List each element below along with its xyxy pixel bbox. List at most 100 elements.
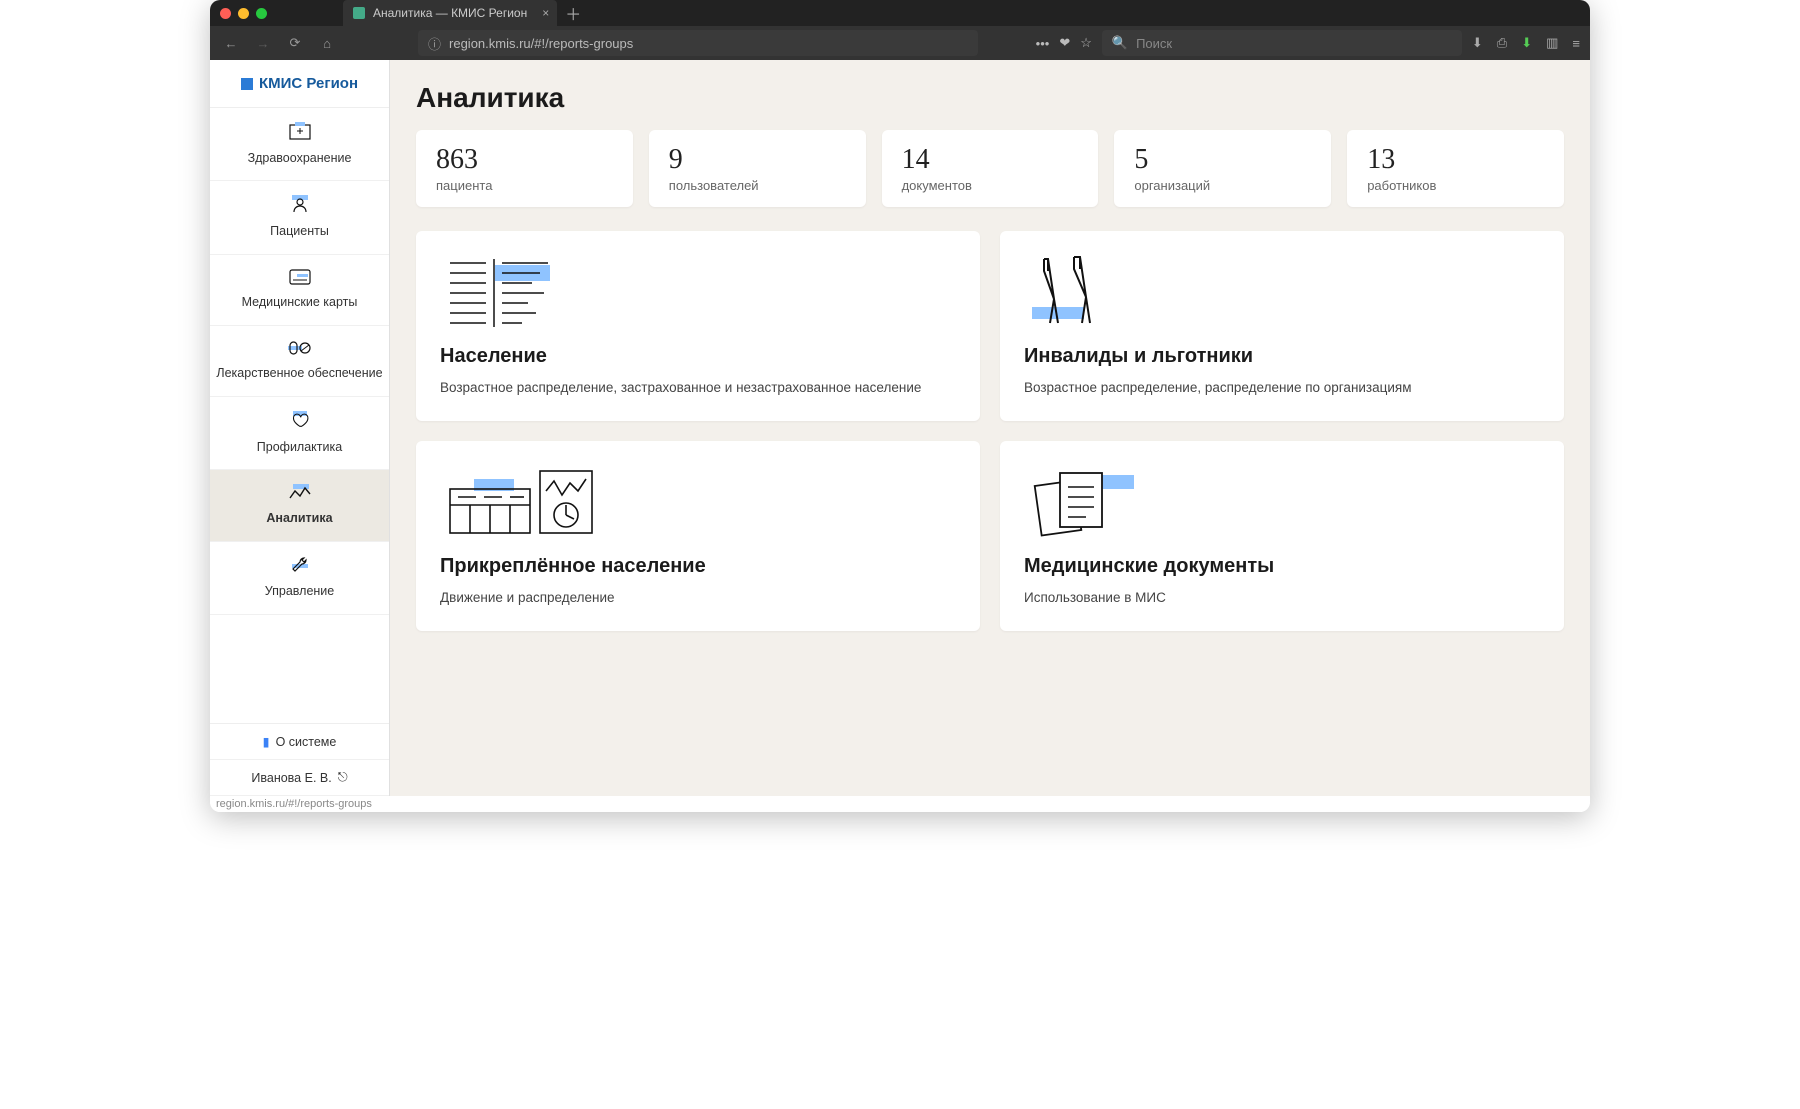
status-text: region.kmis.ru/#!/reports-groups — [216, 798, 372, 810]
sidebar-item-medcards[interactable]: Медицинские карты — [210, 255, 389, 326]
nav-forward-icon[interactable]: → — [252, 36, 274, 51]
stat-label: пользователей — [669, 178, 846, 193]
pocket-icon[interactable]: ❤ — [1059, 35, 1070, 51]
heart-clock-icon — [289, 411, 311, 434]
card-title: Прикреплённое население — [440, 555, 956, 578]
sidebar-item-label: Пациенты — [270, 224, 329, 240]
about-link[interactable]: ▮ О системе — [210, 724, 389, 760]
stat-patients[interactable]: 863 пациента — [416, 130, 633, 207]
page-title: Аналитика — [416, 82, 1564, 114]
card-subtitle: Возрастное распределение, распределение … — [1024, 380, 1540, 395]
window-maximize[interactable] — [256, 8, 267, 19]
brand[interactable]: КМИС Регион — [210, 60, 389, 108]
tab-favicon — [353, 7, 365, 19]
search-icon: 🔍 — [1112, 35, 1128, 51]
window-minimize[interactable] — [238, 8, 249, 19]
more-icon[interactable]: ••• — [1036, 36, 1050, 51]
browser-search-field[interactable]: 🔍 Поиск — [1102, 30, 1462, 56]
report-cards: Население Возрастное распределение, заст… — [416, 231, 1564, 631]
sidebar-item-label: Профилактика — [257, 440, 342, 456]
card-med-documents[interactable]: Медицинские документы Использование в МИ… — [1000, 441, 1564, 631]
stat-value: 5 — [1134, 144, 1311, 176]
population-illustration-icon — [440, 251, 956, 331]
stat-label: пациента — [436, 178, 613, 193]
stat-label: работников — [1367, 178, 1544, 193]
nav-back-icon[interactable]: ← — [220, 36, 242, 51]
site-info-icon[interactable]: ⓘ — [428, 34, 441, 53]
sidebar-item-management[interactable]: Управление — [210, 542, 389, 615]
sidebar-item-label: Аналитика — [266, 511, 332, 527]
nav-home-icon[interactable]: ⌂ — [316, 36, 338, 51]
stat-label: документов — [902, 178, 1079, 193]
downloads-icon[interactable]: ⬇ — [1472, 35, 1483, 51]
hospital-icon — [289, 122, 311, 145]
logout-icon: ⎋ — [338, 770, 348, 785]
browser-status-bar: region.kmis.ru/#!/reports-groups — [210, 796, 1590, 812]
stat-value: 9 — [669, 144, 846, 176]
title-bar: Аналитика — КМИС Регион × ＋ — [210, 0, 1590, 26]
search-placeholder: Поиск — [1136, 36, 1172, 51]
sidebar-item-label: Лекарственное обеспечение — [216, 366, 382, 382]
extensions-icon[interactable]: ⬇ — [1521, 35, 1532, 51]
card-disabled[interactable]: Инвалиды и льготники Возрастное распреде… — [1000, 231, 1564, 421]
user-name: Иванова Е. В. — [251, 771, 331, 785]
tab-title: Аналитика — КМИС Регион — [373, 6, 527, 20]
url-text: region.kmis.ru/#!/reports-groups — [449, 36, 633, 51]
stat-orgs[interactable]: 5 организаций — [1114, 130, 1331, 207]
brand-logo-icon — [241, 78, 253, 90]
brand-name: КМИС Регион — [259, 75, 358, 92]
browser-toolbar-icons: ⬇ ⎙ ⬇ ▥ ≡ — [1472, 35, 1580, 51]
app-root: КМИС Регион Здравоохранение Пациенты — [210, 60, 1590, 796]
sidebar-item-analytics[interactable]: Аналитика — [210, 470, 389, 541]
sidebar-footer: ▮ О системе Иванова Е. В. ⎋ — [210, 723, 389, 796]
stat-workers[interactable]: 13 работников — [1347, 130, 1564, 207]
nav-reload-icon[interactable]: ⟳ — [284, 35, 306, 51]
crutches-illustration-icon — [1024, 251, 1540, 331]
sidebar-item-prevention[interactable]: Профилактика — [210, 397, 389, 470]
sidebar-icon[interactable]: ▥ — [1546, 35, 1558, 51]
card-title: Медицинские документы — [1024, 555, 1540, 578]
sidebar-item-label: Управление — [265, 584, 335, 600]
sidebar: КМИС Регион Здравоохранение Пациенты — [210, 60, 390, 796]
window-controls — [220, 8, 267, 19]
browser-window: Аналитика — КМИС Регион × ＋ ← → ⟳ ⌂ ⓘ re… — [210, 0, 1590, 812]
stat-users[interactable]: 9 пользователей — [649, 130, 866, 207]
card-subtitle: Движение и распределение — [440, 590, 956, 605]
sidebar-item-patients[interactable]: Пациенты — [210, 181, 389, 254]
card-subtitle: Возрастное распределение, застрахованное… — [440, 380, 956, 395]
sidebar-item-healthcare[interactable]: Здравоохранение — [210, 108, 389, 181]
user-menu[interactable]: Иванова Е. В. ⎋ — [210, 760, 389, 796]
documents-illustration-icon — [1024, 461, 1540, 541]
nav-list: Здравоохранение Пациенты Медицинские кар… — [210, 108, 389, 615]
main-content: Аналитика 863 пациента 9 пользователей 1… — [390, 60, 1590, 796]
card-title: Инвалиды и льготники — [1024, 345, 1540, 368]
new-tab-button[interactable]: ＋ — [565, 1, 581, 25]
wrench-icon — [290, 556, 310, 579]
sidebar-item-drugs[interactable]: Лекарственное обеспечение — [210, 326, 389, 397]
stat-value: 863 — [436, 144, 613, 176]
sidebar-item-label: Здравоохранение — [248, 151, 352, 167]
menu-icon[interactable]: ≡ — [1572, 36, 1580, 51]
url-actions: ••• ❤ ☆ — [1036, 35, 1092, 51]
card-population[interactable]: Население Возрастное распределение, заст… — [416, 231, 980, 421]
library-icon[interactable]: ⎙ — [1497, 35, 1507, 51]
analytics-icon — [289, 484, 311, 505]
tab-close-icon[interactable]: × — [542, 6, 549, 20]
about-label: О системе — [276, 735, 337, 749]
patients-icon — [289, 195, 311, 218]
url-bar: ← → ⟳ ⌂ ⓘ region.kmis.ru/#!/reports-grou… — [210, 26, 1590, 60]
bookmark-icon[interactable]: ☆ — [1080, 35, 1092, 51]
stat-value: 14 — [902, 144, 1079, 176]
stat-label: организаций — [1134, 178, 1311, 193]
card-subtitle: Использование в МИС — [1024, 590, 1540, 605]
card-icon — [289, 269, 311, 290]
browser-tab[interactable]: Аналитика — КМИС Регион × — [343, 0, 557, 26]
url-field[interactable]: ⓘ region.kmis.ru/#!/reports-groups — [418, 30, 978, 56]
card-attached-population[interactable]: Прикреплённое население Движение и распр… — [416, 441, 980, 631]
building-chart-illustration-icon — [440, 461, 956, 541]
pills-icon — [288, 340, 312, 361]
sidebar-item-label: Медицинские карты — [242, 295, 358, 311]
window-close[interactable] — [220, 8, 231, 19]
stat-documents[interactable]: 14 документов — [882, 130, 1099, 207]
info-icon: ▮ — [263, 734, 270, 749]
